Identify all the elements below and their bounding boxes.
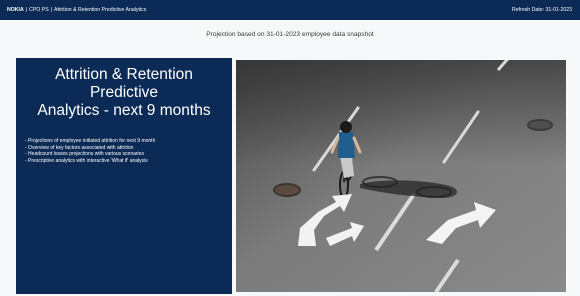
- page-title-line-2: Analytics - next 9 months: [37, 102, 211, 119]
- feature-list-item: - Headcount losses projections with vari…: [25, 151, 144, 158]
- intro-panel: Attrition & Retention Predictive Analyti…: [16, 58, 232, 294]
- breadcrumb-separator: |: [50, 7, 53, 13]
- refresh-date: Refresh Date: 31-01-2023: [512, 7, 572, 13]
- feature-list-item: - Prescriptive analytics with interactiv…: [25, 157, 148, 164]
- cyclist-road-illustration: [236, 60, 566, 292]
- page-title-line-1: Attrition & Retention Predictive: [55, 66, 193, 101]
- page-title: Attrition & Retention Predictive Analyti…: [22, 66, 226, 120]
- feature-list-item: - Overview of key factors associated wit…: [25, 144, 134, 151]
- projection-subtitle: Projection based on 31-01-2023 employee …: [206, 31, 374, 38]
- breadcrumb-separator: |: [25, 7, 28, 13]
- top-bar: NOKIA | CPO PS | Attrition & Retention P…: [0, 0, 580, 20]
- breadcrumb-item-cpo-ps[interactable]: CPO PS: [29, 7, 49, 13]
- feature-list: - Projections of employee initiated attr…: [25, 138, 232, 164]
- breadcrumb: NOKIA | CPO PS | Attrition & Retention P…: [7, 7, 146, 13]
- hero-image: [236, 60, 566, 292]
- breadcrumb-item-report: Attrition & Retention Predictive Analyti…: [54, 7, 147, 13]
- brand-logo: NOKIA: [7, 7, 24, 13]
- feature-list-item: - Projections of employee initiated attr…: [25, 138, 156, 144]
